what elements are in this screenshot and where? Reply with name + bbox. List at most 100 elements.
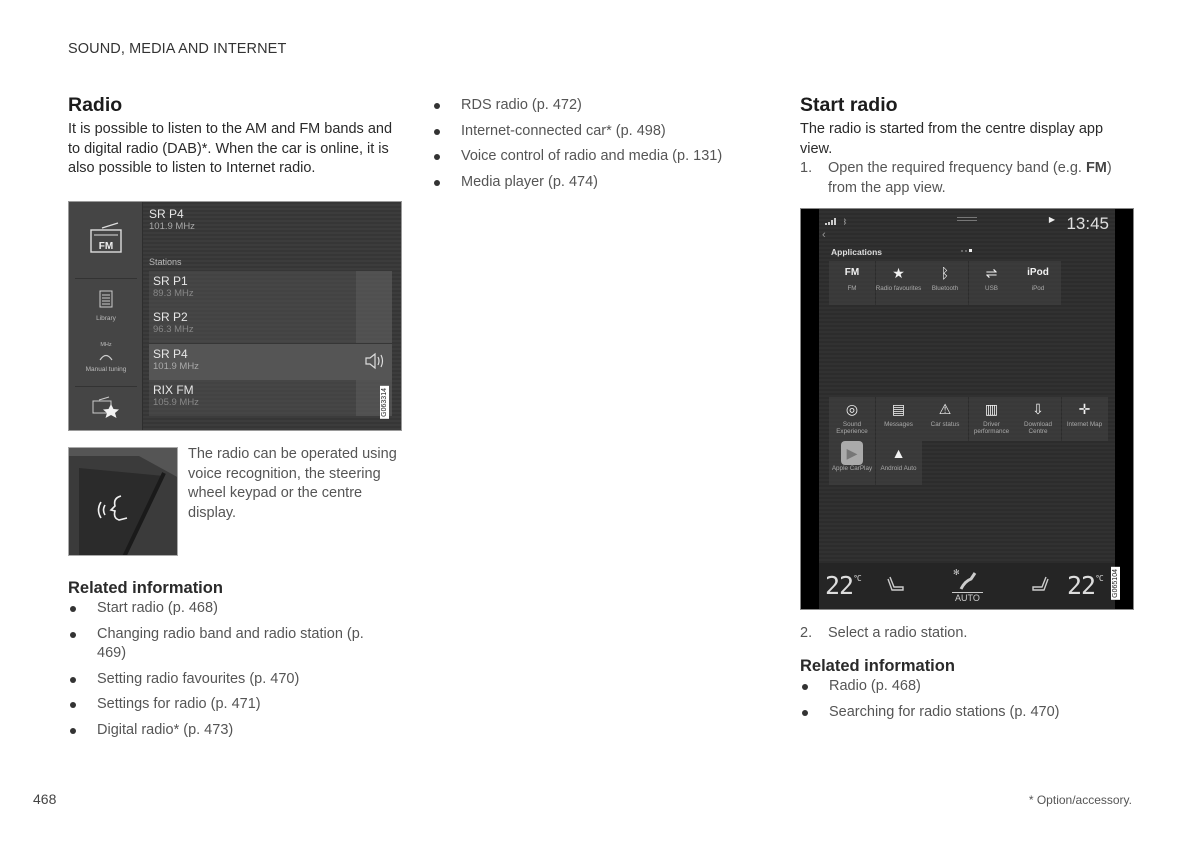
step-number: 2. — [800, 625, 813, 641]
app-tile[interactable]: FM FM — [829, 261, 875, 305]
station-freq: 105.9 MHz — [153, 397, 199, 408]
page-indicator — [961, 239, 972, 257]
footnote: * Option/accessory. — [1028, 793, 1132, 807]
related-link[interactable]: Voice control of radio and media (p. 131… — [432, 147, 762, 167]
right-temperature[interactable]: 22°C — [1067, 571, 1104, 600]
related-link-text[interactable]: Searching for radio stations (p. 470) — [829, 704, 1060, 720]
related-link-text[interactable]: RDS radio (p. 472) — [461, 97, 582, 113]
related-link[interactable]: Start radio (p. 468) — [68, 599, 368, 619]
radio-favourites-icon — [92, 396, 119, 418]
image-ref-code: G065104 — [1111, 567, 1120, 600]
applications-heading: Applications — [831, 247, 883, 257]
app-label: Bluetooth — [931, 285, 959, 292]
related-link-text[interactable]: Media player (p. 474) — [461, 174, 598, 190]
related-link-text[interactable]: Start radio (p. 468) — [97, 600, 218, 616]
related-link[interactable]: RDS radio (p. 472) — [432, 96, 762, 116]
related-link-text[interactable]: Digital radio* (p. 473) — [97, 722, 233, 738]
app-label: Android Auto — [880, 465, 917, 472]
play-status-icon: ▶ — [1048, 215, 1055, 224]
sidebar-library[interactable]: Library — [69, 290, 143, 322]
image-ref-code: G063314 — [380, 386, 389, 419]
app-label: Messages — [884, 421, 913, 428]
step-number: 1. — [800, 160, 813, 176]
now-playing-name: SR P4 — [149, 207, 184, 221]
app-tile[interactable]: ◎ Sound Experience — [829, 397, 875, 441]
sidebar-manual-tuning[interactable]: MHz Manual tuning — [69, 342, 143, 373]
app-tile[interactable]: ★ Radio favourites — [875, 261, 922, 305]
related-link[interactable]: Changing radio band and radio station (p… — [68, 625, 368, 664]
related-link[interactable]: Settings for radio (p. 471) — [68, 695, 368, 715]
station-row[interactable]: RIX FM 105.9 MHz — [149, 380, 392, 416]
related-info-title: Related information — [800, 657, 955, 675]
related-link[interactable]: Setting radio favourites (p. 470) — [68, 670, 368, 690]
temp-unit: °C — [1095, 574, 1104, 583]
related-link-text[interactable]: Setting radio favourites (p. 470) — [97, 671, 299, 687]
bullet-icon — [70, 606, 76, 612]
related-link-text[interactable]: Changing radio band and radio station (p… — [97, 626, 364, 662]
app-tile[interactable]: ▤ Messages — [875, 397, 922, 441]
related-link-text[interactable]: Internet-connected car* (p. 498) — [461, 123, 666, 139]
app-label: Apple CarPlay — [831, 465, 873, 472]
station-row[interactable]: SR P1 89.3 MHz — [149, 271, 392, 307]
fan-airflow-icon[interactable]: ✻ — [953, 567, 981, 591]
clock: 13:45 — [1066, 214, 1109, 233]
app-tile[interactable]: ⇌ USB — [968, 261, 1015, 305]
bluetooth-icon: ᛒ — [940, 265, 950, 281]
app-label: Driver performance — [973, 421, 1010, 435]
start-radio-intro: The radio is started from the centre dis… — [800, 121, 1104, 157]
app-tile[interactable]: ⇩ Download Centre — [1015, 397, 1061, 441]
steering-wheel-photo — [69, 448, 177, 555]
app-label: FM — [847, 285, 857, 292]
left-temperature[interactable]: 22°C — [825, 571, 862, 600]
station-action[interactable] — [356, 307, 392, 343]
app-tile[interactable]: ▲ Android Auto — [875, 441, 922, 485]
bullet-icon — [434, 103, 440, 109]
related-link-text[interactable]: Voice control of radio and media (p. 131… — [461, 148, 722, 164]
sidebar-manual-tuning-label: Manual tuning — [85, 366, 127, 373]
voice-caption: The radio can be operated using voice re… — [188, 446, 397, 521]
station-row[interactable]: SR P2 96.3 MHz — [149, 307, 392, 343]
app-label: Sound Experience — [836, 421, 868, 435]
step-2: 2. Select a radio station. — [800, 624, 1135, 644]
now-playing-freq: 101.9 MHz — [149, 221, 195, 232]
sidebar-favourites[interactable] — [69, 396, 143, 423]
app-tile[interactable]: ⚠ Car status — [922, 397, 968, 441]
radio-favourites-icon: ★ — [892, 265, 905, 281]
app-label: USB — [985, 285, 998, 292]
app-tile[interactable]: ✛ Internet Map — [1061, 397, 1108, 441]
climate-auto-button[interactable]: AUTO — [952, 592, 983, 603]
ipod-icon: iPod — [1027, 267, 1049, 278]
android-auto-icon: ▲ — [891, 445, 906, 461]
related-link[interactable]: Internet-connected car* (p. 498) — [432, 122, 762, 142]
manual-tuning-icon — [99, 354, 113, 361]
station-freq: 96.3 MHz — [153, 324, 194, 335]
related-link[interactable]: Digital radio* (p. 473) — [68, 721, 368, 741]
related-link-text[interactable]: Radio (p. 468) — [829, 678, 921, 694]
app-label: Radio favourites — [875, 285, 922, 292]
right-seat-icon[interactable] — [1031, 575, 1049, 593]
station-row-active[interactable]: SR P4 101.9 MHz — [149, 344, 392, 380]
messages-icon: ▤ — [891, 401, 906, 417]
radio-intro: It is possible to listen to the AM and F… — [68, 121, 393, 176]
app-tile[interactable]: ▶ Apple CarPlay — [829, 441, 875, 485]
centre-display: ᛒ ▶ 13:45 ‹ Applications FM FM ★ Radio favo… — [819, 209, 1115, 609]
related-link[interactable]: Radio (p. 468) — [800, 677, 1135, 697]
step-bold-term: FM — [1085, 160, 1107, 176]
related-link[interactable]: Media player (p. 474) — [432, 173, 762, 193]
bullet-icon — [70, 702, 76, 708]
app-tile[interactable]: ᛒ Bluetooth — [922, 261, 968, 305]
station-action[interactable] — [356, 271, 392, 307]
svg-text:ᛒ: ᛒ — [843, 218, 847, 225]
left-seat-icon[interactable] — [887, 575, 905, 593]
related-list: Radio (p. 468) Searching for radio stati… — [800, 677, 1135, 728]
drag-handle[interactable] — [957, 217, 977, 218]
sidebar-fm[interactable]: FM — [69, 222, 143, 259]
driver-performance-icon: ▥ — [984, 401, 999, 417]
station-freq: 89.3 MHz — [153, 288, 194, 299]
station-name: SR P1 — [153, 274, 188, 288]
related-link[interactable]: Searching for radio stations (p. 470) — [800, 703, 1135, 723]
app-tile[interactable]: iPod iPod — [1015, 261, 1061, 305]
app-tile[interactable]: ▥ Driver performance — [968, 397, 1015, 441]
related-link-text[interactable]: Settings for radio (p. 471) — [97, 696, 261, 712]
back-icon[interactable]: ‹ — [822, 229, 826, 241]
